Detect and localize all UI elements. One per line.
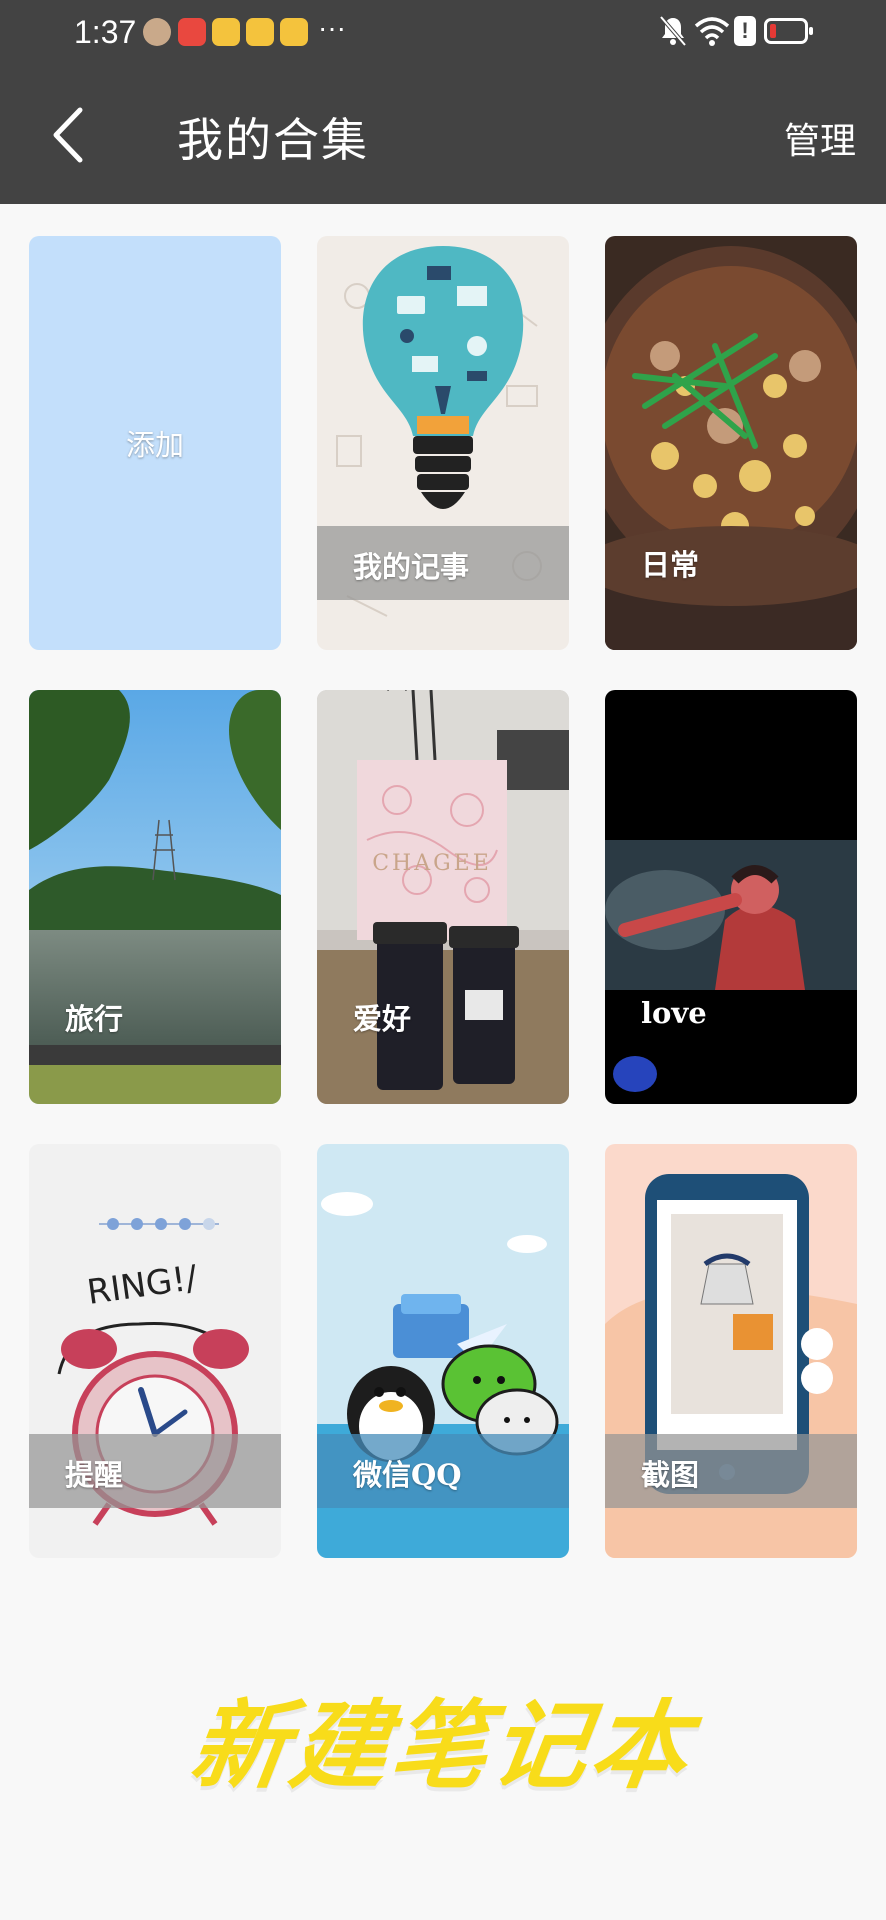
food-cover-image <box>605 236 857 650</box>
concert-cover-image <box>605 690 857 1104</box>
collection-card-reminder[interactable]: RING!/ 提醒 <box>29 1144 281 1558</box>
mute-bell-icon <box>659 15 687 47</box>
wifi-icon <box>694 17 730 46</box>
collection-label: 截图 <box>641 1458 700 1492</box>
weibo-notification-icon <box>246 18 274 46</box>
more-notifications-icon: ··· <box>318 12 346 43</box>
collection-card-love[interactable]: love <box>605 690 857 1104</box>
add-collection-label: 添加 <box>125 428 184 462</box>
lake-cover-image <box>29 690 281 1104</box>
manage-button[interactable]: 管理 <box>784 112 856 164</box>
shop-notification-icon <box>178 18 206 46</box>
collection-label: love <box>641 996 707 1030</box>
avatar-notification-icon <box>143 18 171 46</box>
weibo-notification-icon <box>212 18 240 46</box>
collection-card-screenshot[interactable]: 截图 <box>605 1144 857 1558</box>
collection-label: 日常 <box>641 548 700 582</box>
battery-icon <box>764 18 813 44</box>
collection-card-notes[interactable]: 我的记事 <box>317 236 569 650</box>
add-collection-card[interactable]: 添加 <box>29 236 281 650</box>
status-bar: 1:37 ··· ! <box>0 0 886 70</box>
collection-label: 提醒 <box>65 1458 124 1492</box>
tea-cups-cover-image: CHAGEE <box>317 690 569 1104</box>
collection-card-travel[interactable]: 旅行 <box>29 690 281 1104</box>
new-notebook-button[interactable]: 新建笔记本 <box>0 1668 886 1807</box>
status-time: 1:37 <box>74 14 137 50</box>
collection-label: 旅行 <box>65 1002 124 1036</box>
top-app-bar: 1:37 ··· ! 我的合集 管理 <box>0 0 886 204</box>
weibo-notification-icon <box>280 18 308 46</box>
collection-label: 我的记事 <box>353 550 470 584</box>
collection-label: 微信QQ <box>353 1458 462 1492</box>
alert-icon: ! <box>734 16 756 46</box>
collection-card-wechat-qq[interactable]: 微信QQ <box>317 1144 569 1558</box>
collection-label: 爱好 <box>353 1002 412 1036</box>
collection-card-daily[interactable]: 日常 <box>605 236 857 650</box>
collection-card-hobby[interactable]: CHAGEE 爱好 <box>317 690 569 1104</box>
chagee-logo-text: CHAGEE <box>372 851 492 876</box>
page-title: 我的合集 <box>177 113 369 167</box>
back-arrow-icon[interactable] <box>46 104 90 166</box>
